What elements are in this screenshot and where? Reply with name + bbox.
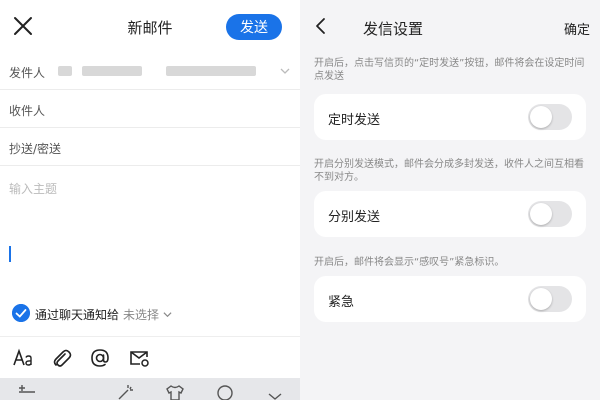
send-button[interactable]: 发送 [226, 14, 282, 40]
sender-avatar-blurred [58, 66, 72, 76]
cc-bcc-row[interactable]: 抄送/密送 [0, 128, 300, 166]
sender-row[interactable]: 发件人 [0, 52, 300, 90]
urgent-label: 紧急 [328, 295, 355, 310]
separate-send-card: 分别发送 [314, 191, 586, 237]
notify-value: 未选择 [123, 308, 160, 322]
shirt-icon[interactable] [166, 384, 184, 400]
emoji-icon[interactable] [216, 384, 234, 400]
compose-panel: 新邮件 发送 发件人 收件人 抄送/密送 输入主题 通过聊天通知给 未选择 [0, 0, 300, 400]
urgent-toggle[interactable] [528, 286, 572, 312]
notify-recipient-select[interactable]: 未选择 [123, 306, 172, 323]
keyboard-suggestion-bar [0, 378, 300, 400]
mail-settings-icon[interactable] [128, 347, 150, 369]
sender-name-blurred [82, 66, 142, 76]
notify-label: 通过聊天通知给 [35, 308, 120, 322]
separate-send-label: 分别发送 [328, 210, 381, 225]
toggle-knob [530, 203, 552, 225]
scheduled-send-card: 定时发送 [314, 94, 586, 140]
checkmark-icon[interactable] [12, 304, 30, 322]
scheduled-send-toggle[interactable] [528, 104, 572, 130]
toggle-knob [530, 288, 552, 310]
chevron-down-icon [163, 312, 172, 318]
toggle-knob [530, 106, 552, 128]
confirm-button[interactable]: 确定 [564, 19, 590, 38]
sender-label: 发件人 [9, 66, 46, 80]
settings-title: 发信设置 [363, 20, 424, 38]
scheduled-send-label: 定时发送 [328, 113, 381, 128]
recipient-row[interactable]: 收件人 [0, 90, 300, 128]
scheduled-send-hint: 开启后，点击写信页的“定时发送”按钮，邮件将会在设定时间点发送 [314, 58, 585, 82]
at-icon[interactable] [89, 347, 111, 369]
urgent-hint: 开启后，邮件将会显示“感叹号”紧急标识。 [314, 257, 505, 268]
send-settings-panel: 发信设置 确定 开启后，点击写信页的“定时发送”按钮，邮件将会在设定时间点发送 … [300, 0, 600, 400]
text-cursor [9, 246, 11, 262]
compose-header: 新邮件 发送 [0, 0, 300, 52]
recipient-label: 收件人 [9, 104, 46, 118]
collapse-keyboard-icon[interactable] [266, 384, 284, 400]
subject-input[interactable]: 输入主题 [9, 180, 57, 197]
settings-header: 发信设置 确定 [300, 0, 600, 52]
urgent-card: 紧急 [314, 276, 586, 322]
magic-wand-icon[interactable] [116, 384, 134, 400]
keyboard-icon[interactable] [18, 384, 36, 400]
compose-toolbar [0, 336, 300, 378]
chevron-down-icon[interactable] [280, 66, 290, 76]
text-format-icon[interactable] [12, 347, 34, 369]
back-icon[interactable] [312, 17, 330, 35]
separate-send-hint: 开启分别发送模式，邮件会分成多封发送，收件人之间互相看不到对方。 [314, 159, 584, 183]
sender-address-blurred [166, 66, 256, 76]
separate-send-toggle[interactable] [528, 201, 572, 227]
attachment-icon[interactable] [50, 347, 72, 369]
cc-bcc-label: 抄送/密送 [9, 142, 62, 156]
